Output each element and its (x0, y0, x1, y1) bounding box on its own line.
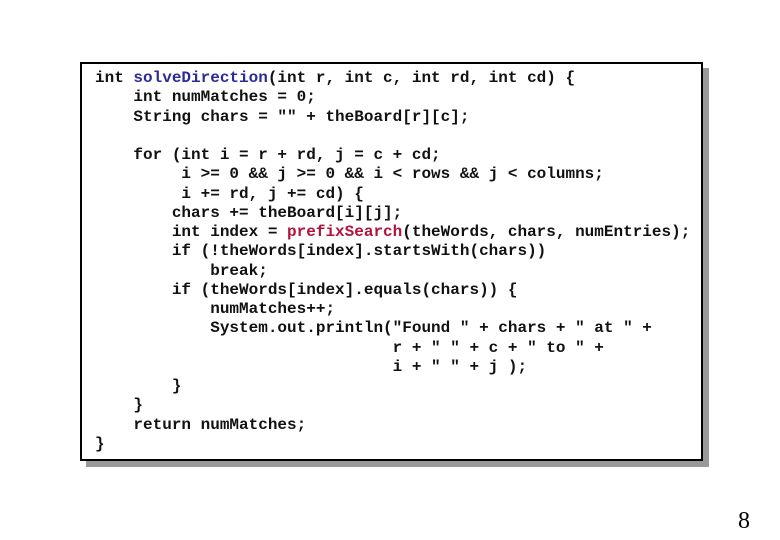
code-text: r + " " + c + " to " + (95, 338, 604, 357)
code-text: } (95, 434, 105, 453)
code-text: i += rd, j += cd) { (95, 184, 364, 203)
code-text: int index = (95, 223, 288, 241)
code-listing: int solveDirection(int r, int c, int rd,… (95, 69, 690, 454)
code-text: chars += theBoard[i][j]; (95, 203, 403, 222)
code-line: int index = prefixSearch(theWords, chars… (95, 223, 690, 242)
code-line: chars += theBoard[i][j]; (95, 204, 690, 223)
code-line: return numMatches; (95, 416, 690, 435)
code-line: numMatches++; (95, 300, 690, 319)
code-text: i + " " + j ); (95, 357, 528, 376)
code-text: if (theWords[index].equals(chars)) { (95, 280, 518, 299)
code-text: break; (95, 261, 268, 280)
code-line: for (int i = r + rd, j = c + cd; (95, 146, 690, 165)
function-call-name: prefixSearch (287, 223, 403, 241)
code-line: i += rd, j += cd) { (95, 185, 690, 204)
code-text: numMatches++; (95, 300, 336, 318)
code-text: i >= 0 && j >= 0 && i < rows && j < colu… (95, 165, 604, 184)
code-line: } (95, 435, 690, 454)
page-number: 8 (738, 508, 750, 534)
code-line: break; (95, 262, 690, 281)
code-text: (int r, int c, int rd, int cd) { (267, 69, 576, 87)
code-box: int solveDirection(int r, int c, int rd,… (80, 62, 703, 461)
code-text: System.out.println("Found " + chars + " … (95, 319, 652, 338)
code-text: String chars = "" + theBoard[r][c]; (95, 107, 470, 126)
code-line: } (95, 377, 690, 396)
code-line: int solveDirection(int r, int c, int rd,… (95, 69, 690, 88)
code-line: int numMatches = 0; (95, 88, 690, 107)
code-line: if (!theWords[index].startsWith(chars)) (95, 242, 690, 261)
method-name: solveDirection (133, 69, 268, 87)
code-line: if (theWords[index].equals(chars)) { (95, 281, 690, 300)
code-line: System.out.println("Found " + chars + " … (95, 319, 690, 338)
code-line: } (95, 396, 690, 415)
code-text: if (!theWords[index].startsWith(chars)) (95, 242, 547, 261)
code-text: int (95, 69, 134, 87)
code-text: for (int i = r + rd, j = c + cd; (95, 146, 441, 164)
code-line: String chars = "" + theBoard[r][c]; (95, 108, 690, 127)
code-text: } (95, 396, 144, 415)
code-line: r + " " + c + " to " + (95, 339, 690, 358)
code-line: i >= 0 && j >= 0 && i < rows && j < colu… (95, 165, 690, 184)
code-text: (theWords, chars, numEntries); (402, 223, 691, 241)
code-text: } (95, 377, 182, 395)
code-line: i + " " + j ); (95, 358, 690, 377)
code-text: int numMatches = 0; (95, 88, 316, 107)
code-text: return numMatches; (95, 415, 307, 434)
